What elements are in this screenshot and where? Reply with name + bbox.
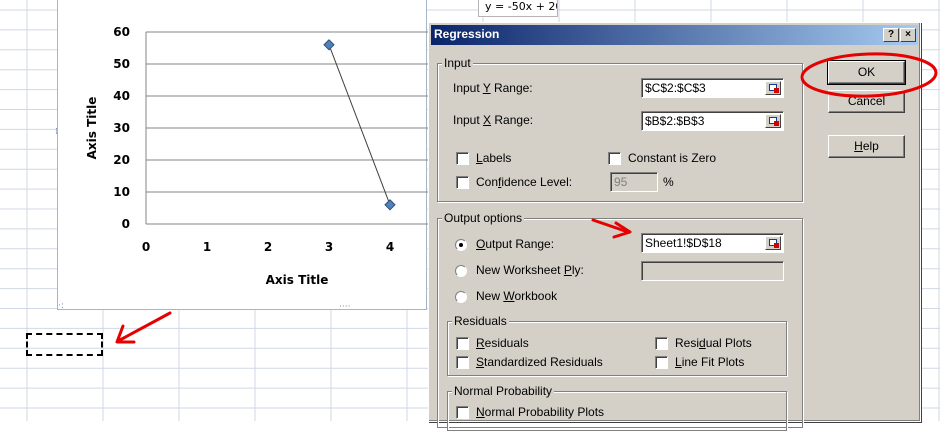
y-tick-label: 30 (113, 121, 130, 135)
normal-probability-group: Normal Probability Normal Probability Pl… (447, 384, 787, 431)
output-range-radio[interactable] (455, 239, 467, 251)
dialog-title: Regression (434, 27, 500, 41)
close-button[interactable]: × (900, 28, 916, 42)
collapse-dialog-icon[interactable] (765, 81, 781, 95)
output-range-label: Output Range: (476, 237, 555, 251)
output-range-field[interactable]: Sheet1!$D$18 (641, 233, 784, 253)
residuals-group: Residuals Residuals Standardized Residua… (447, 314, 787, 376)
series-line[interactable] (328, 44, 391, 205)
constant-is-zero-checkbox[interactable] (608, 152, 621, 165)
input-group-label: Input (442, 56, 473, 70)
copy-selection-marquee (26, 333, 103, 356)
chart-plot: 0 10 20 30 40 50 60 0 1 2 3 4 Axis Title Axis Title (85, 25, 428, 287)
x-tick-label: 2 (264, 240, 272, 254)
data-point-marker[interactable] (323, 39, 335, 51)
y-tick-label: 50 (113, 57, 130, 71)
input-y-range-label: Input Y Range: (453, 81, 533, 95)
x-tick-label: 4 (386, 240, 394, 254)
constant-is-zero-label: Constant is Zero (628, 151, 717, 165)
collapse-dialog-icon[interactable] (765, 236, 781, 250)
dialog-titlebar[interactable]: Regression ? × (431, 25, 918, 45)
chart-resize-handle-left[interactable]: ⁞ (55, 128, 58, 137)
labels-checkbox-label: Labels (476, 151, 512, 165)
input-x-range-label: Input X Range: (453, 113, 534, 127)
embedded-chart[interactable]: 0 10 20 30 40 50 60 0 1 2 3 4 Axis Title Axis Title ⁞… (55, 0, 428, 312)
normal-probability-group-label: Normal Probability (452, 384, 555, 398)
chart-resize-handle-bottom[interactable]: ···· (339, 303, 350, 312)
y-tick-label: 10 (113, 185, 130, 199)
new-worksheet-ply-radio[interactable] (455, 265, 467, 277)
residual-plots-label: Residual Plots (675, 336, 752, 350)
y-axis-title[interactable]: Axis Title (85, 97, 99, 160)
new-worksheet-ply-label: New Worksheet Ply: (476, 263, 584, 277)
help-button[interactable]: Help (828, 135, 905, 158)
y-tick-label: 60 (113, 25, 130, 39)
ok-button[interactable]: OK (827, 60, 906, 85)
standardized-residuals-label: Standardized Residuals (476, 355, 603, 369)
confidence-level-field[interactable]: 95 (610, 172, 658, 192)
residuals-checkbox[interactable] (456, 337, 469, 350)
confidence-level-label: Confidence Level: (476, 175, 573, 189)
normal-probability-plots-label: Normal Probability Plots (476, 405, 605, 419)
standardized-residuals-checkbox[interactable] (456, 356, 469, 369)
input-x-range-field[interactable]: $B$2:$B$3 (641, 111, 784, 131)
line-fit-plots-checkbox[interactable] (655, 356, 668, 369)
data-point-marker[interactable] (384, 199, 396, 211)
collapse-dialog-icon[interactable] (765, 114, 781, 128)
y-tick-label: 40 (113, 89, 130, 103)
help-question-button[interactable]: ? (883, 28, 899, 42)
chart-resize-handle-corner[interactable]: ·: (58, 302, 64, 311)
y-tick-label: 20 (113, 153, 130, 167)
x-tick-label: 1 (203, 240, 211, 254)
trendline-equation-label[interactable]: y = -50x + 206 (478, 0, 558, 17)
residuals-group-label: Residuals (452, 314, 509, 328)
output-options-group: Output options Output Range: Sheet1!$D$1… (437, 211, 803, 431)
residuals-label: Residuals (476, 336, 529, 350)
residual-plots-checkbox[interactable] (655, 337, 668, 350)
new-worksheet-ply-field[interactable] (641, 261, 784, 281)
input-y-range-field[interactable]: $C$2:$C$3 (641, 78, 784, 98)
cancel-button[interactable]: Cancel (828, 90, 905, 113)
y-tick-label: 0 (122, 217, 130, 231)
x-tick-label: 3 (325, 240, 333, 254)
new-workbook-label: New Workbook (476, 289, 558, 303)
output-options-label: Output options (442, 211, 525, 225)
percent-sign: % (663, 175, 674, 189)
confidence-level-checkbox[interactable] (456, 176, 469, 189)
normal-probability-plots-checkbox[interactable] (456, 406, 469, 419)
labels-checkbox[interactable] (456, 152, 469, 165)
new-workbook-radio[interactable] (455, 291, 467, 303)
regression-dialog: Regression ? × Input Input Y Range: $C$2… (428, 22, 921, 431)
input-group: Input Input Y Range: $C$2:$C$3 Input X R… (437, 56, 803, 202)
x-tick-label: 0 (142, 240, 150, 254)
line-fit-plots-label: Line Fit Plots (675, 355, 745, 369)
x-axis-title[interactable]: Axis Title (266, 273, 329, 287)
